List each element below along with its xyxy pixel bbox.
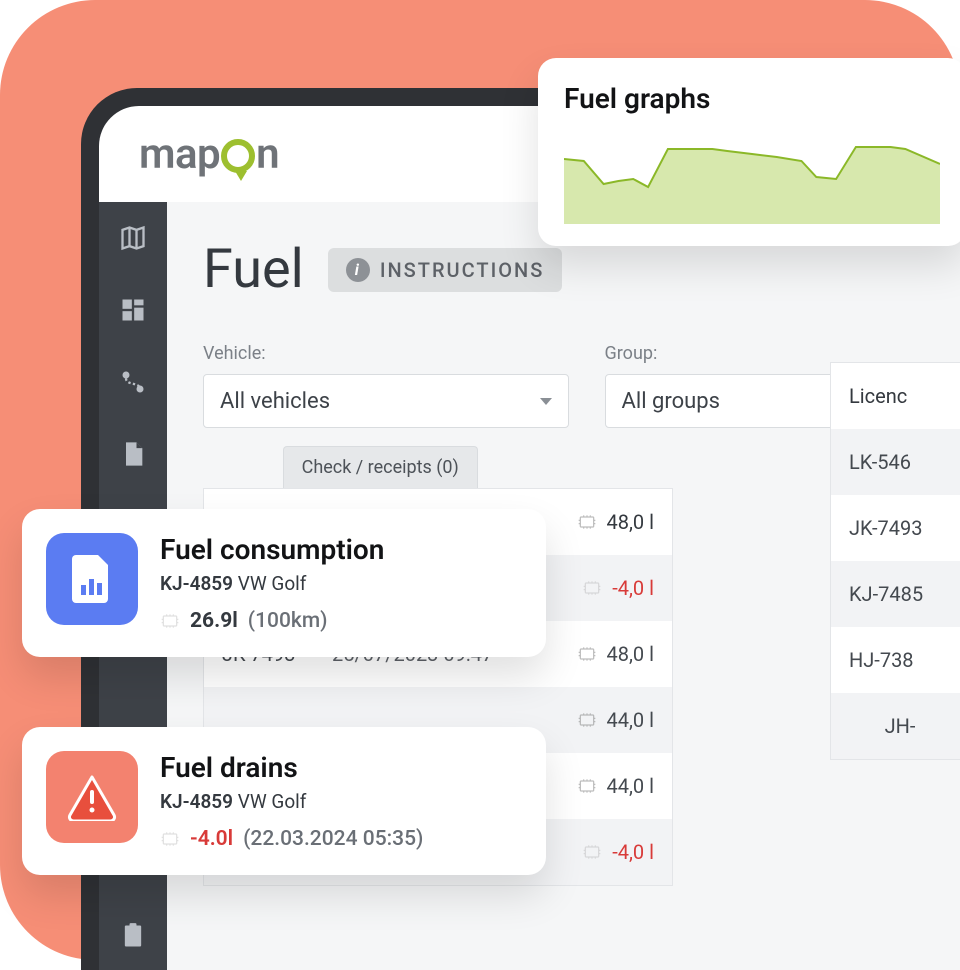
logo-o-icon xyxy=(221,139,255,173)
report-icon xyxy=(46,533,138,625)
group-filter-label: Group: xyxy=(605,343,960,364)
table-header: Licenc xyxy=(831,363,960,429)
alert-icon xyxy=(46,751,138,843)
fuel-consumption-card: Fuel consumption KJ-4859 VW Golf 26.9l (… xyxy=(22,509,546,657)
info-icon: i xyxy=(346,258,370,282)
vehicle-select[interactable]: All vehicles xyxy=(203,374,569,428)
fuel-graphs-card: Fuel graphs xyxy=(538,58,960,246)
table-row: JH- xyxy=(831,693,960,759)
chip-icon xyxy=(577,513,597,531)
background: map n xyxy=(0,0,960,960)
chip-icon xyxy=(582,843,602,861)
logo-text-pre: map xyxy=(139,130,220,179)
chip-icon xyxy=(160,612,180,630)
vehicle-filter: Vehicle: All vehicles xyxy=(203,343,569,428)
clipboard-icon[interactable] xyxy=(119,922,147,950)
tab-checks[interactable]: Check / receipts (0) xyxy=(283,446,478,488)
chip-icon xyxy=(577,645,597,663)
mapon-logo: map n xyxy=(139,130,279,179)
table-row: KJ-7485 xyxy=(831,561,960,627)
chip-icon xyxy=(577,777,597,795)
group-select-value: All groups xyxy=(622,389,720,414)
table-row: LK-546 xyxy=(831,429,960,495)
fuel-consumption-vehicle: KJ-4859 VW Golf xyxy=(160,572,384,595)
file-icon[interactable] xyxy=(119,440,147,468)
vehicle-filter-label: Vehicle: xyxy=(203,343,569,364)
instructions-button[interactable]: i INSTRUCTIONS xyxy=(328,248,563,292)
fuel-drains-card: Fuel drains KJ-4859 VW Golf -4.0l (22.03… xyxy=(22,727,546,875)
fuel-drains-title: Fuel drains xyxy=(160,751,423,784)
fuel-consumption-metric: 26.9l (100km) xyxy=(160,609,384,633)
fuel-graphs-title: Fuel graphs xyxy=(564,82,940,115)
card-body: Fuel drains KJ-4859 VW Golf -4.0l (22.03… xyxy=(160,751,423,851)
table-row: JK-7493 xyxy=(831,495,960,561)
fuel-drains-vehicle: KJ-4859 VW Golf xyxy=(160,790,423,813)
map-icon[interactable] xyxy=(119,224,147,252)
table-row: HJ-738 xyxy=(831,627,960,693)
chip-icon xyxy=(582,579,602,597)
route-icon[interactable] xyxy=(119,368,147,396)
card-body: Fuel consumption KJ-4859 VW Golf 26.9l (… xyxy=(160,533,384,633)
page-title: Fuel xyxy=(203,238,304,301)
chip-icon xyxy=(577,711,597,729)
chevron-down-icon xyxy=(540,398,552,405)
fuel-graph-chart xyxy=(564,129,940,224)
fuel-drains-metric: -4.0l (22.03.2024 05:35) xyxy=(160,827,423,851)
logo-text-post: n xyxy=(256,130,279,179)
dashboard-icon[interactable] xyxy=(119,296,147,324)
chip-icon xyxy=(160,830,180,848)
vehicle-select-value: All vehicles xyxy=(220,389,330,414)
instructions-label: INSTRUCTIONS xyxy=(380,258,545,282)
fuel-consumption-title: Fuel consumption xyxy=(160,533,384,566)
licence-table: Licenc LK-546 JK-7493 KJ-7485 HJ-738 JH- xyxy=(830,362,960,760)
page-header: Fuel i INSTRUCTIONS xyxy=(203,238,960,301)
